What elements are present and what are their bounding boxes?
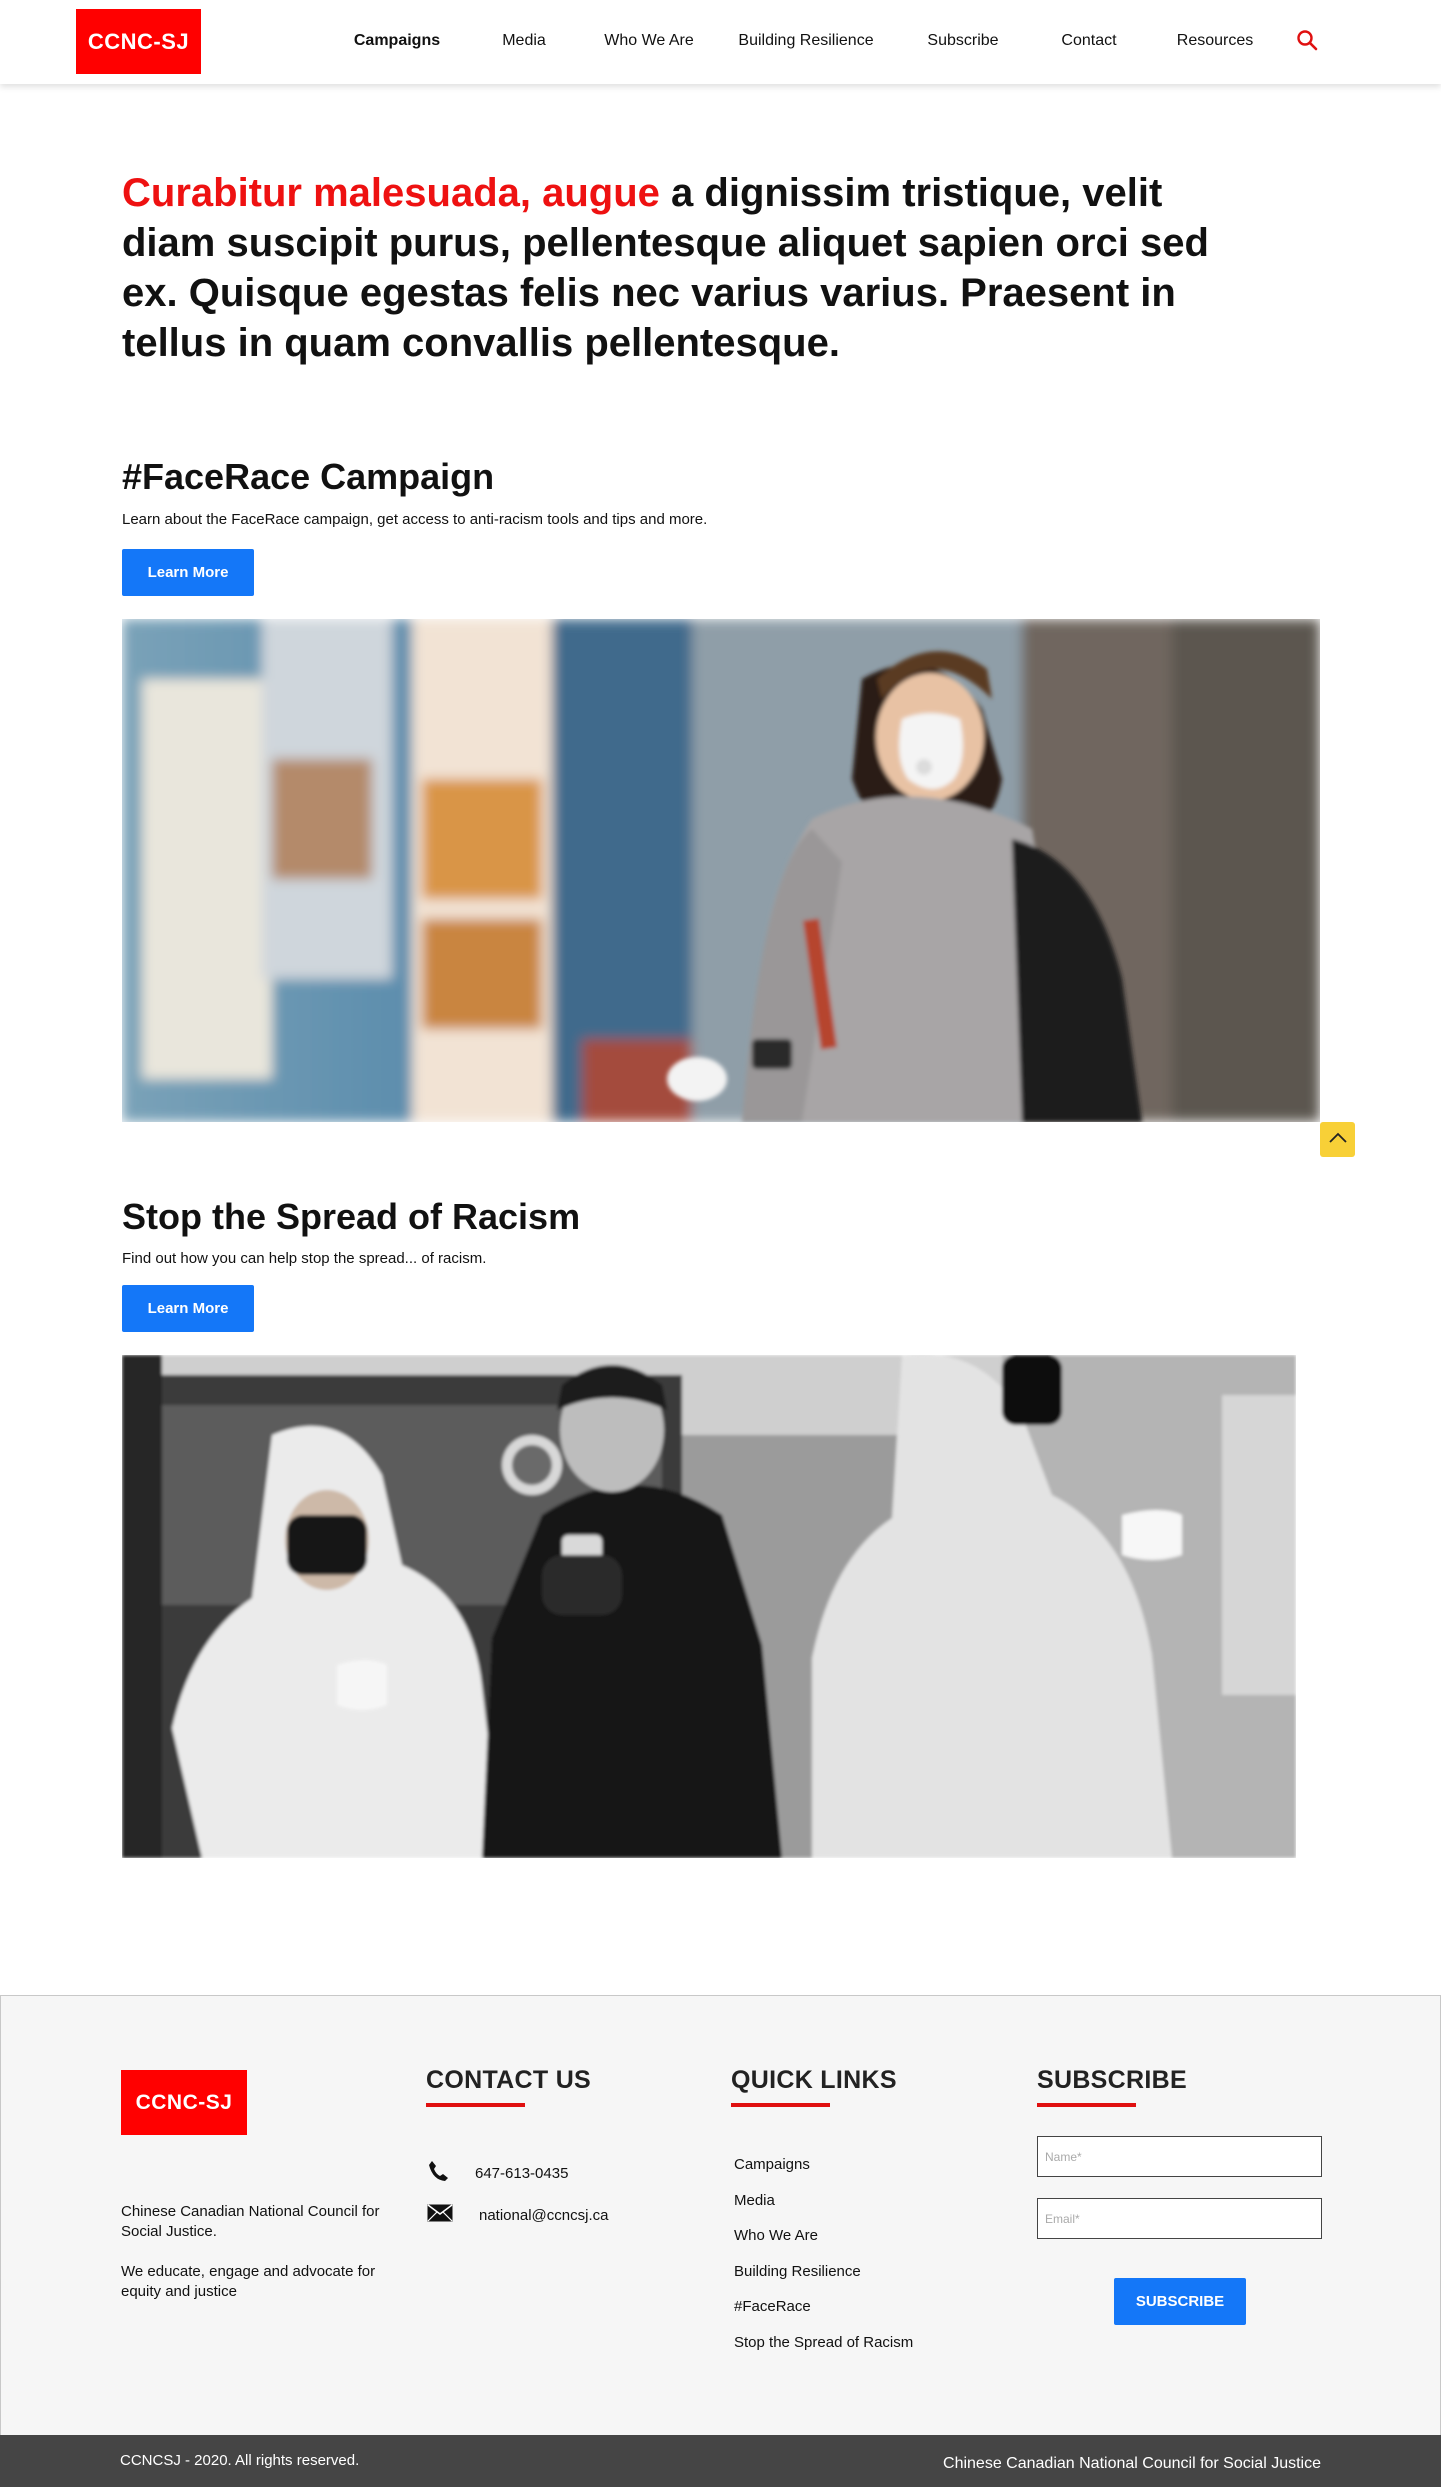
nav-item-resources[interactable]: Resources bbox=[1177, 32, 1253, 50]
facerace-learn-more-button[interactable]: Learn More bbox=[122, 549, 254, 596]
stop-spread-photo bbox=[122, 1355, 1296, 1858]
footer-mission: We educate, engage and advocate for equi… bbox=[121, 2263, 376, 2300]
subscribe-underline bbox=[1037, 2103, 1136, 2107]
nav-item-media[interactable]: Media bbox=[502, 32, 546, 50]
phone-icon bbox=[427, 2160, 475, 2186]
quick-link-stop-spread[interactable]: Stop the Spread of Racism bbox=[734, 2334, 913, 2351]
facerace-description: Learn about the FaceRace campaign, get a… bbox=[122, 511, 708, 528]
quick-links-title: QUICK LINKS bbox=[731, 2066, 897, 2094]
nav-item-contact[interactable]: Contact bbox=[1061, 32, 1116, 50]
subscribe-button[interactable]: SUBSCRIBE bbox=[1114, 2278, 1246, 2325]
quick-links-underline bbox=[731, 2103, 830, 2107]
stop-spread-description: Find out how you can help stop the sprea… bbox=[122, 1250, 487, 1267]
site-footer: CCNC-SJ Chinese Canadian National Counci… bbox=[0, 1995, 1441, 2435]
contact-email[interactable]: national@ccncsj.ca bbox=[427, 2204, 608, 2226]
chevron-up-icon bbox=[1328, 1130, 1348, 1149]
site-header: CCNC-SJ Campaigns Media Who We Are Build… bbox=[0, 0, 1441, 84]
scroll-to-top-button[interactable] bbox=[1320, 1122, 1355, 1157]
search-icon[interactable] bbox=[1295, 28, 1319, 52]
copyright-text: CCNCSJ - 2020. All rights reserved. bbox=[120, 2452, 360, 2469]
subscribe-title: SUBSCRIBE bbox=[1037, 2066, 1187, 2094]
footer-logo[interactable]: CCNC-SJ bbox=[121, 2070, 247, 2135]
bottom-org-name: Chinese Canadian National Council for So… bbox=[943, 2455, 1321, 2472]
contact-us-title: CONTACT US bbox=[426, 2066, 592, 2094]
hero-accent-text: Curabitur malesuada, augue bbox=[122, 171, 660, 215]
facerace-photo bbox=[122, 619, 1320, 1122]
bottom-bar: CCNCSJ - 2020. All rights reserved. Chin… bbox=[0, 2435, 1441, 2487]
subscribe-email-input[interactable] bbox=[1037, 2198, 1322, 2239]
stop-spread-learn-more-button[interactable]: Learn More bbox=[122, 1285, 254, 1332]
quick-link-media[interactable]: Media bbox=[734, 2192, 775, 2209]
facerace-title: #FaceRace Campaign bbox=[122, 456, 495, 497]
quick-link-building-resilience[interactable]: Building Resilience bbox=[734, 2263, 861, 2280]
subscribe-name-input[interactable] bbox=[1037, 2136, 1322, 2177]
contact-us-underline bbox=[426, 2103, 525, 2107]
nav-item-campaigns[interactable]: Campaigns bbox=[354, 32, 440, 50]
contact-email-address: national@ccncsj.ca bbox=[479, 2206, 609, 2224]
quick-link-facerace[interactable]: #FaceRace bbox=[734, 2298, 811, 2315]
quick-link-campaigns[interactable]: Campaigns bbox=[734, 2156, 810, 2173]
footer-org-name: Chinese Canadian National Council for So… bbox=[121, 2203, 380, 2240]
site-logo[interactable]: CCNC-SJ bbox=[76, 9, 201, 74]
envelope-icon bbox=[427, 2204, 479, 2226]
nav-item-subscribe[interactable]: Subscribe bbox=[927, 32, 998, 50]
contact-phone-number: 647-613-0435 bbox=[475, 2164, 569, 2182]
hero-heading: Curabitur malesuada, augue a dignissim t… bbox=[122, 168, 1262, 368]
contact-phone[interactable]: 647-613-0435 bbox=[427, 2160, 568, 2186]
quick-link-who-we-are[interactable]: Who We Are bbox=[734, 2227, 818, 2244]
nav-item-building-resilience[interactable]: Building Resilience bbox=[738, 32, 873, 50]
stop-spread-title: Stop the Spread of Racism bbox=[122, 1196, 581, 1237]
nav-item-who-we-are[interactable]: Who We Are bbox=[604, 32, 694, 50]
